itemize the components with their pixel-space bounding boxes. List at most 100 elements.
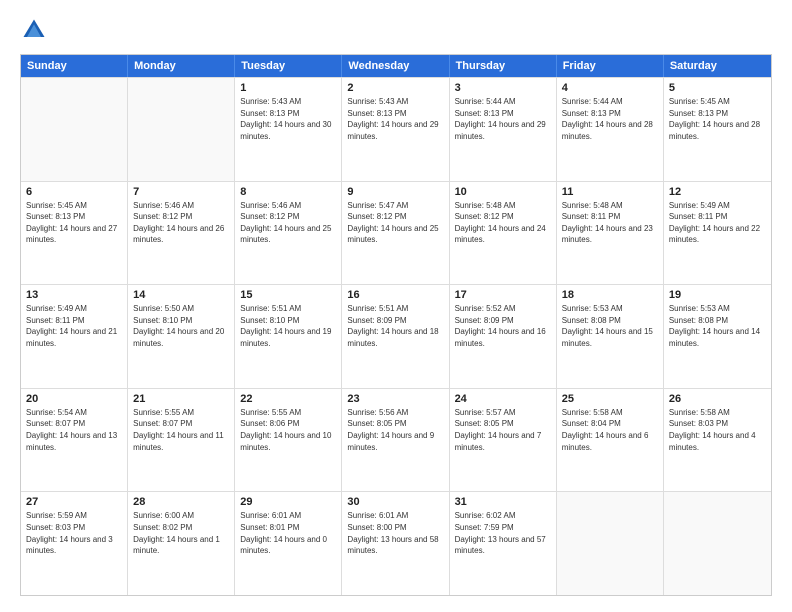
day-number: 3 [455, 82, 551, 94]
calendar-cell: 15Sunrise: 5:51 AM Sunset: 8:10 PM Dayli… [235, 285, 342, 388]
calendar-cell [128, 78, 235, 181]
cell-info: Sunrise: 5:57 AM Sunset: 8:05 PM Dayligh… [455, 407, 551, 453]
cell-info: Sunrise: 5:58 AM Sunset: 8:03 PM Dayligh… [669, 407, 766, 453]
day-number: 26 [669, 393, 766, 405]
day-number: 1 [240, 82, 336, 94]
cell-info: Sunrise: 5:47 AM Sunset: 8:12 PM Dayligh… [347, 200, 443, 246]
cell-info: Sunrise: 5:53 AM Sunset: 8:08 PM Dayligh… [669, 303, 766, 349]
calendar-cell: 21 Sunrise: 5:55 AM Sunset: 8:07 PM Dayli… [128, 389, 235, 492]
calendar-cell: 13Sunrise: 5:49 AM Sunset: 8:11 PM Dayli… [21, 285, 128, 388]
day-number: 8 [240, 186, 336, 198]
calendar-cell: 31Sunrise: 6:02 AM Sunset: 7:59 PM Dayli… [450, 492, 557, 595]
day-number: 31 [455, 496, 551, 508]
day-number: 17 [455, 289, 551, 301]
day-number: 28 [133, 496, 229, 508]
calendar-row-2: 6 Sunrise: 5:45 AM Sunset: 8:13 PM Daylig… [21, 181, 771, 285]
day-number: 16 [347, 289, 443, 301]
cell-info: Sunrise: 6:01 AM Sunset: 8:00 PM Dayligh… [347, 510, 443, 556]
cell-info: Sunrise: 5:53 AM Sunset: 8:08 PM Dayligh… [562, 303, 658, 349]
day-number: 27 [26, 496, 122, 508]
cell-info: Sunrise: 5:50 AM Sunset: 8:10 PM Dayligh… [133, 303, 229, 349]
calendar-cell: 20 Sunrise: 5:54 AM Sunset: 8:07 PM Dayli… [21, 389, 128, 492]
calendar: SundayMondayTuesdayWednesdayThursdayFrid… [20, 54, 772, 596]
calendar-cell: 6 Sunrise: 5:45 AM Sunset: 8:13 PM Daylig… [21, 182, 128, 285]
day-number: 23 [347, 393, 443, 405]
day-number: 14 [133, 289, 229, 301]
cell-info: Sunrise: 5:45 AM Sunset: 8:13 PM Dayligh… [669, 96, 766, 142]
calendar-cell: 26 Sunrise: 5:58 AM Sunset: 8:03 PM Dayli… [664, 389, 771, 492]
weekday-header-saturday: Saturday [664, 55, 771, 77]
calendar-row-4: 20 Sunrise: 5:54 AM Sunset: 8:07 PM Dayli… [21, 388, 771, 492]
calendar-cell: 25Sunrise: 5:58 AM Sunset: 8:04 PM Dayli… [557, 389, 664, 492]
calendar-cell: 7 Sunrise: 5:46 AM Sunset: 8:12 PM Daylig… [128, 182, 235, 285]
cell-info: Sunrise: 5:46 AM Sunset: 8:12 PM Dayligh… [240, 200, 336, 246]
calendar-cell: 30 Sunrise: 6:01 AM Sunset: 8:00 PM Dayli… [342, 492, 449, 595]
calendar-cell: 24 Sunrise: 5:57 AM Sunset: 8:05 PM Dayli… [450, 389, 557, 492]
cell-info: Sunrise: 6:00 AM Sunset: 8:02 PM Dayligh… [133, 510, 229, 556]
cell-info: Sunrise: 5:59 AM Sunset: 8:03 PM Dayligh… [26, 510, 122, 556]
day-number: 29 [240, 496, 336, 508]
cell-info: Sunrise: 5:48 AM Sunset: 8:12 PM Dayligh… [455, 200, 551, 246]
day-number: 12 [669, 186, 766, 198]
cell-info: Sunrise: 6:01 AM Sunset: 8:01 PM Dayligh… [240, 510, 336, 556]
day-number: 5 [669, 82, 766, 94]
calendar-body: 1 Sunrise: 5:43 AM Sunset: 8:13 PM Daylig… [21, 77, 771, 595]
day-number: 9 [347, 186, 443, 198]
cell-info: Sunrise: 5:46 AM Sunset: 8:12 PM Dayligh… [133, 200, 229, 246]
cell-info: Sunrise: 5:49 AM Sunset: 8:11 PM Dayligh… [26, 303, 122, 349]
calendar-page: SundayMondayTuesdayWednesdayThursdayFrid… [0, 0, 792, 612]
cell-info: Sunrise: 5:56 AM Sunset: 8:05 PM Dayligh… [347, 407, 443, 453]
calendar-cell [664, 492, 771, 595]
cell-info: Sunrise: 5:45 AM Sunset: 8:13 PM Dayligh… [26, 200, 122, 246]
calendar-cell: 22Sunrise: 5:55 AM Sunset: 8:06 PM Dayli… [235, 389, 342, 492]
day-number: 7 [133, 186, 229, 198]
cell-info: Sunrise: 5:44 AM Sunset: 8:13 PM Dayligh… [455, 96, 551, 142]
weekday-header-monday: Monday [128, 55, 235, 77]
cell-info: Sunrise: 5:44 AM Sunset: 8:13 PM Dayligh… [562, 96, 658, 142]
calendar-cell: 4 Sunrise: 5:44 AM Sunset: 8:13 PM Daylig… [557, 78, 664, 181]
cell-info: Sunrise: 5:52 AM Sunset: 8:09 PM Dayligh… [455, 303, 551, 349]
calendar-cell [557, 492, 664, 595]
day-number: 19 [669, 289, 766, 301]
calendar-cell: 10 Sunrise: 5:48 AM Sunset: 8:12 PM Dayli… [450, 182, 557, 285]
page-header [20, 16, 772, 44]
day-number: 10 [455, 186, 551, 198]
calendar-cell: 1 Sunrise: 5:43 AM Sunset: 8:13 PM Daylig… [235, 78, 342, 181]
logo [20, 16, 52, 44]
cell-info: Sunrise: 5:51 AM Sunset: 8:09 PM Dayligh… [347, 303, 443, 349]
cell-info: Sunrise: 5:43 AM Sunset: 8:13 PM Dayligh… [240, 96, 336, 142]
calendar-cell: 14 Sunrise: 5:50 AM Sunset: 8:10 PM Dayli… [128, 285, 235, 388]
weekday-header-tuesday: Tuesday [235, 55, 342, 77]
day-number: 21 [133, 393, 229, 405]
day-number: 25 [562, 393, 658, 405]
day-number: 22 [240, 393, 336, 405]
calendar-cell: 19 Sunrise: 5:53 AM Sunset: 8:08 PM Dayli… [664, 285, 771, 388]
cell-info: Sunrise: 5:43 AM Sunset: 8:13 PM Dayligh… [347, 96, 443, 142]
calendar-row-5: 27 Sunrise: 5:59 AM Sunset: 8:03 PM Dayli… [21, 491, 771, 595]
calendar-row-1: 1 Sunrise: 5:43 AM Sunset: 8:13 PM Daylig… [21, 77, 771, 181]
calendar-cell [21, 78, 128, 181]
day-number: 2 [347, 82, 443, 94]
day-number: 6 [26, 186, 122, 198]
calendar-cell: 9 Sunrise: 5:47 AM Sunset: 8:12 PM Daylig… [342, 182, 449, 285]
calendar-cell: 17 Sunrise: 5:52 AM Sunset: 8:09 PM Dayli… [450, 285, 557, 388]
cell-info: Sunrise: 5:49 AM Sunset: 8:11 PM Dayligh… [669, 200, 766, 246]
day-number: 18 [562, 289, 658, 301]
logo-icon [20, 16, 48, 44]
day-number: 4 [562, 82, 658, 94]
cell-info: Sunrise: 5:51 AM Sunset: 8:10 PM Dayligh… [240, 303, 336, 349]
cell-info: Sunrise: 5:55 AM Sunset: 8:07 PM Dayligh… [133, 407, 229, 453]
calendar-cell: 18 Sunrise: 5:53 AM Sunset: 8:08 PM Dayli… [557, 285, 664, 388]
weekday-header-friday: Friday [557, 55, 664, 77]
calendar-cell: 2 Sunrise: 5:43 AM Sunset: 8:13 PM Daylig… [342, 78, 449, 181]
calendar-cell: 16 Sunrise: 5:51 AM Sunset: 8:09 PM Dayli… [342, 285, 449, 388]
day-number: 30 [347, 496, 443, 508]
calendar-cell: 11 Sunrise: 5:48 AM Sunset: 8:11 PM Dayli… [557, 182, 664, 285]
day-number: 24 [455, 393, 551, 405]
cell-info: Sunrise: 5:48 AM Sunset: 8:11 PM Dayligh… [562, 200, 658, 246]
calendar-cell: 29 Sunrise: 6:01 AM Sunset: 8:01 PM Dayli… [235, 492, 342, 595]
cell-info: Sunrise: 5:54 AM Sunset: 8:07 PM Dayligh… [26, 407, 122, 453]
weekday-header-thursday: Thursday [450, 55, 557, 77]
day-number: 11 [562, 186, 658, 198]
day-number: 20 [26, 393, 122, 405]
